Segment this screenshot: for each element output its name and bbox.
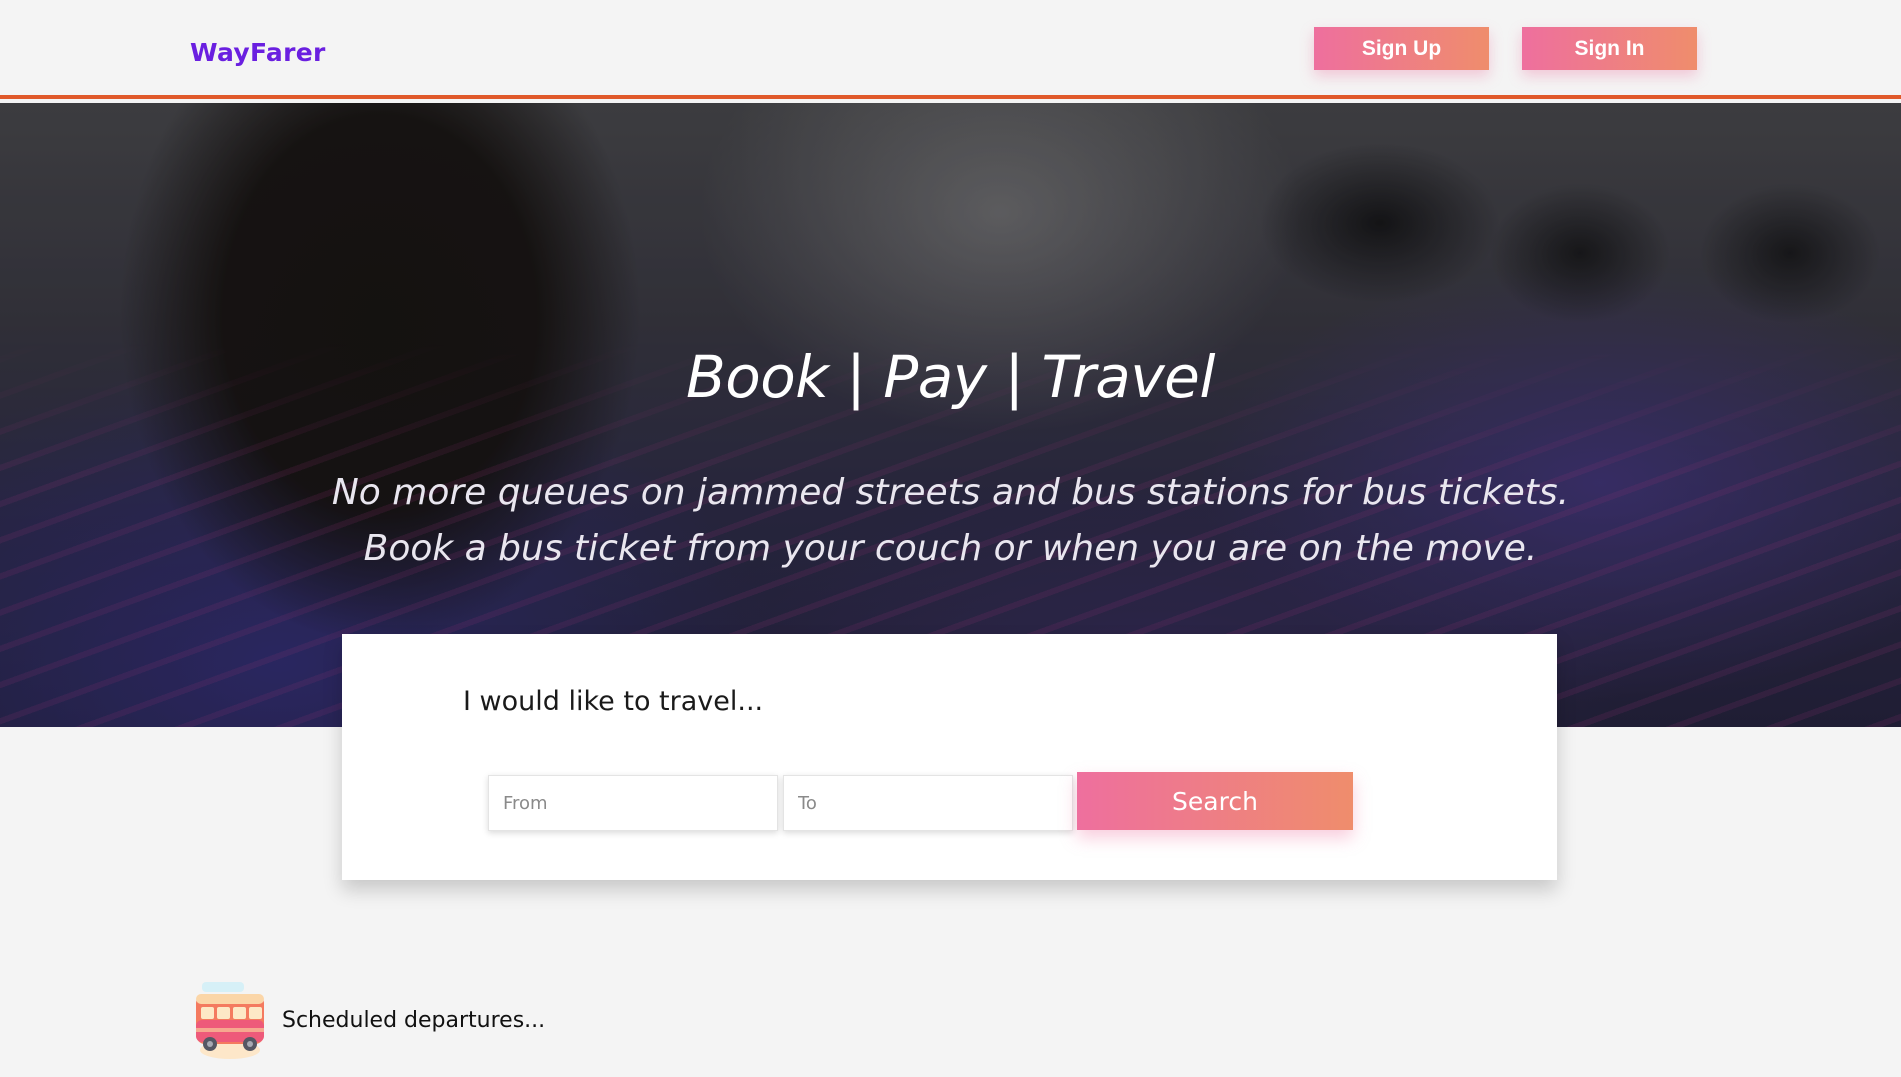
scheduled-departures: Scheduled departures... — [192, 980, 545, 1060]
hero-subtitle-line-1: No more queues on jammed streets and bus… — [331, 472, 1570, 513]
search-card: I would like to travel... Search — [342, 634, 1557, 880]
hero-subtitle-line-2: Book a bus ticket from your couch or whe… — [363, 528, 1538, 569]
to-input[interactable] — [783, 775, 1073, 831]
departures-label: Scheduled departures... — [282, 1007, 546, 1033]
brand-logo[interactable]: WayFarer — [190, 38, 326, 67]
navbar: WayFarer Sign Up Sign In — [0, 0, 1901, 99]
search-button[interactable]: Search — [1077, 772, 1353, 830]
sign-up-button[interactable]: Sign Up — [1314, 27, 1489, 70]
search-heading: I would like to travel... — [463, 686, 764, 717]
from-input[interactable] — [488, 775, 778, 831]
hero-title: Book | Pay | Travel — [686, 343, 1215, 411]
bus-icon — [192, 980, 268, 1060]
sign-in-button[interactable]: Sign In — [1522, 27, 1697, 70]
hero-subtitle: No more queues on jammed streets and bus… — [0, 465, 1901, 577]
